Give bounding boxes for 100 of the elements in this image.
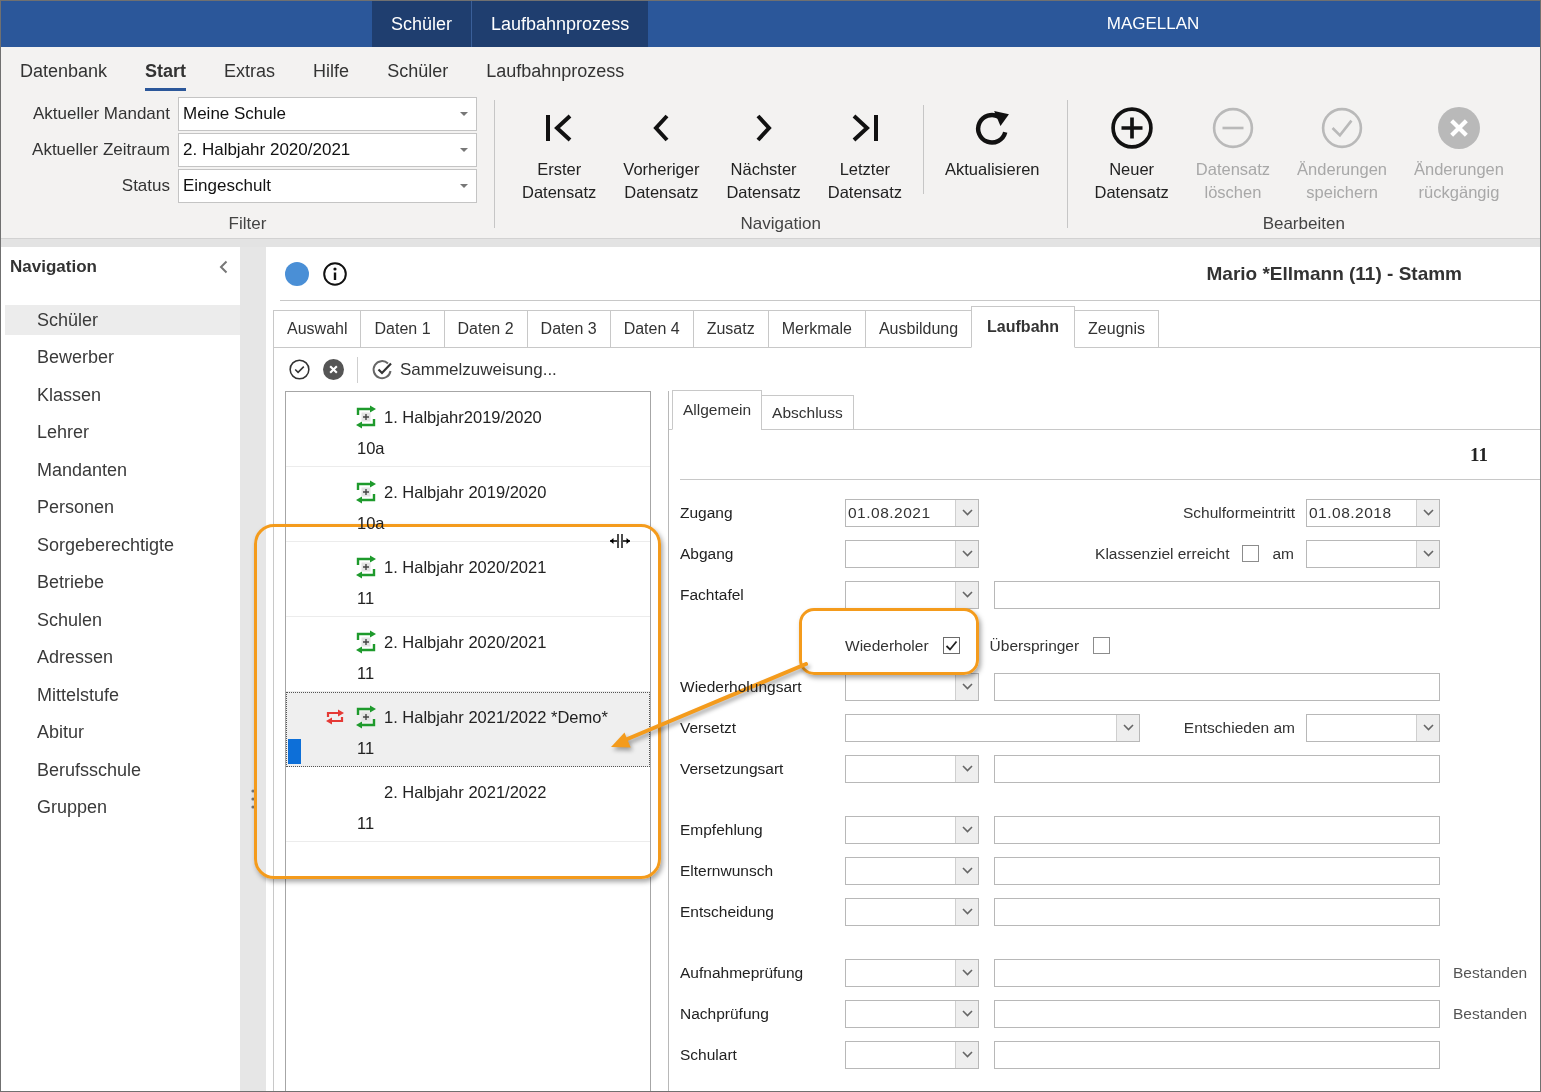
text-field[interactable]	[994, 672, 1440, 701]
chevron-down-icon	[961, 826, 973, 833]
previous-record-button[interactable]: Vorheriger Datensatz	[622, 107, 701, 204]
nav-item[interactable]: Sorgeberechtigte	[5, 530, 240, 560]
dropdown-field[interactable]: Eingeschult	[178, 169, 477, 203]
context-tab[interactable]: Schüler	[372, 1, 472, 47]
dropdown-field[interactable]: 2. Halbjahr 2020/2021	[178, 133, 477, 167]
nav-item[interactable]: Mittelstufe	[5, 680, 240, 710]
field-label: Abgang	[680, 544, 734, 562]
dropdown-field[interactable]	[1306, 539, 1440, 568]
nav-item[interactable]: Betriebe	[5, 567, 240, 598]
dropdown-button[interactable]	[955, 673, 978, 700]
dropdown-field[interactable]	[845, 1040, 979, 1069]
dropdown-button[interactable]	[955, 857, 978, 884]
text-field[interactable]	[994, 999, 1440, 1028]
nav-item[interactable]: Schulen	[5, 605, 240, 635]
dropdown-field[interactable]	[845, 999, 979, 1028]
next-record-button[interactable]: Nächster Datensatz	[725, 107, 802, 204]
chevron-down-icon	[961, 908, 973, 915]
tab[interactable]: Auswahl	[273, 310, 362, 348]
tab[interactable]: Zeugnis	[1074, 310, 1159, 348]
period-title: 2. Halbjahr 2021/2022	[384, 782, 547, 802]
dropdown-button[interactable]	[1416, 714, 1439, 741]
last-record-button[interactable]: Letzter Datensatz	[826, 107, 904, 204]
dropdown-field[interactable]	[1306, 713, 1440, 742]
dropdown-field[interactable]	[845, 713, 1140, 742]
checkbox[interactable]	[942, 637, 960, 654]
text-field[interactable]	[994, 580, 1440, 609]
field-label: Aufnahmeprüfung	[680, 963, 804, 981]
dropdown-field[interactable]	[845, 958, 979, 987]
tab[interactable]: Allgemein	[672, 390, 763, 430]
ribbon-tab[interactable]: Schüler	[368, 47, 468, 95]
nav-item[interactable]: Schüler	[5, 305, 240, 335]
checkbox[interactable]	[1093, 637, 1111, 654]
nav-item[interactable]: Klassen	[5, 380, 240, 410]
chevron-down-icon	[1422, 509, 1434, 516]
nav-item[interactable]: Adressen	[5, 642, 240, 673]
dropdown-field[interactable]	[845, 856, 979, 885]
nav-item[interactable]: Abitur	[5, 717, 240, 748]
dropdown-button[interactable]	[955, 1041, 978, 1068]
checkbox-label: Überspringer	[989, 636, 1080, 655]
caret-down-icon	[460, 184, 468, 188]
info-icon[interactable]	[323, 261, 347, 286]
dropdown-button[interactable]	[955, 959, 978, 986]
text-field[interactable]	[994, 856, 1440, 885]
dropdown-button[interactable]	[955, 499, 978, 526]
assign-button[interactable]: Sammelzuweisung...	[371, 358, 557, 381]
first-record-button[interactable]: Erster Datensatz	[521, 107, 598, 204]
ribbon-tab[interactable]: Datenbank	[1, 47, 127, 95]
ribbon-tab[interactable]: Hilfe	[294, 47, 369, 95]
status-dot-icon	[285, 261, 309, 286]
period-title: 1. Halbjahr 2020/2021	[384, 557, 547, 577]
dropdown-button[interactable]	[1416, 499, 1439, 526]
nav-item[interactable]: Lehrer	[5, 417, 240, 448]
text-field[interactable]	[994, 1040, 1440, 1069]
ribbon-tab[interactable]: Laufbahnprozess	[467, 47, 644, 95]
grip-icon[interactable]	[251, 789, 255, 809]
nav-item[interactable]: Gruppen	[5, 792, 240, 823]
dropdown-field[interactable]	[845, 815, 979, 844]
dropdown-field[interactable]	[845, 754, 979, 783]
refresh-button[interactable]: Aktualisieren	[944, 107, 1041, 181]
checkbox[interactable]	[1242, 545, 1260, 562]
dropdown-field[interactable]: 01.08.2021	[845, 498, 979, 527]
field-label: Entscheidung	[680, 902, 774, 920]
dropdown-button[interactable]	[1416, 540, 1439, 567]
chevron-down-icon	[1422, 724, 1434, 731]
dropdown-button[interactable]	[955, 581, 978, 608]
check-circle-icon[interactable]	[289, 359, 310, 380]
nav-item[interactable]: Mandanten	[5, 455, 240, 485]
dropdown-field[interactable]: Meine Schule	[178, 97, 477, 131]
text-field[interactable]	[994, 897, 1440, 926]
dropdown-field[interactable]: 01.08.2018	[1306, 498, 1440, 527]
chevron-down-icon	[961, 969, 973, 976]
dropdown-button[interactable]	[955, 816, 978, 843]
plus-circle-icon	[1110, 107, 1153, 149]
field-label: Fachtafel	[680, 585, 744, 603]
ribbon-tab[interactable]: Extras	[205, 47, 295, 95]
tab[interactable]: Laufbahn	[971, 306, 1076, 348]
ribbon-tab[interactable]: Start	[126, 47, 206, 95]
chevron-left-icon[interactable]	[219, 260, 228, 274]
text-field[interactable]	[994, 815, 1440, 844]
new-record-button[interactable]: Neuer Datensatz	[1093, 107, 1170, 204]
dropdown-field[interactable]	[845, 580, 979, 609]
tab[interactable]: Abschluss	[761, 395, 854, 430]
dropdown-button[interactable]	[955, 1000, 978, 1027]
dropdown-field[interactable]	[845, 897, 979, 926]
text-field[interactable]	[994, 958, 1440, 987]
chevron-down-icon	[1122, 724, 1134, 731]
nav-item[interactable]: Personen	[5, 492, 240, 523]
dropdown-button[interactable]	[955, 755, 978, 782]
dropdown-button[interactable]	[1116, 714, 1139, 741]
context-tab[interactable]: Laufbahnprozess	[471, 1, 649, 47]
dropdown-button[interactable]	[955, 540, 978, 567]
dropdown-field[interactable]	[845, 539, 979, 568]
nav-item[interactable]: Berufsschule	[5, 755, 240, 785]
x-circle-icon[interactable]	[323, 359, 344, 380]
nav-item[interactable]: Bewerber	[5, 342, 240, 373]
period-row[interactable]: 1. Halbjahr 2021/2022 *Demo* 11	[286, 692, 650, 767]
text-field[interactable]	[994, 754, 1440, 783]
dropdown-button[interactable]	[955, 898, 978, 925]
